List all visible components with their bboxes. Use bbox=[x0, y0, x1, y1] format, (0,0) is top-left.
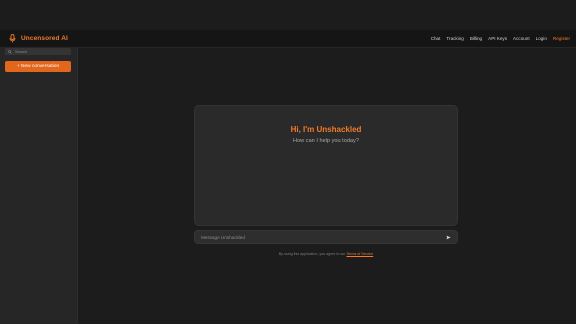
sidebar: + New conversation bbox=[0, 48, 78, 324]
terms-of-service-link[interactable]: Terms of Service bbox=[346, 252, 373, 256]
nav-link-chat[interactable]: Chat bbox=[431, 36, 441, 41]
nav-link-billing[interactable]: Billing bbox=[470, 36, 482, 41]
terms-notice-text: By using this application, you agree to … bbox=[278, 252, 346, 256]
send-icon[interactable] bbox=[446, 235, 451, 240]
new-conversation-button[interactable]: + New conversation bbox=[5, 61, 71, 72]
nav-link-register[interactable]: Register bbox=[553, 36, 570, 41]
nav-links: Chat Tracking Billing API Keys Account L… bbox=[431, 36, 570, 41]
greeting-title: Hi, I'm Unshackled bbox=[290, 125, 362, 134]
top-navbar: Uncensored AI Chat Tracking Billing API … bbox=[0, 30, 576, 48]
search-box[interactable] bbox=[5, 48, 71, 55]
nav-link-tracking[interactable]: Tracking bbox=[446, 36, 463, 41]
search-icon bbox=[8, 49, 12, 54]
nav-link-login[interactable]: Login bbox=[536, 36, 547, 41]
chat-panel: Hi, I'm Unshackled How can I help you to… bbox=[194, 105, 458, 226]
nav-link-api-keys[interactable]: API Keys bbox=[488, 36, 507, 41]
microphone-icon bbox=[9, 34, 16, 43]
nav-link-account[interactable]: Account bbox=[513, 36, 530, 41]
terms-notice: By using this application, you agree to … bbox=[194, 252, 458, 256]
message-bar bbox=[194, 230, 458, 244]
search-input[interactable] bbox=[15, 49, 65, 54]
brand-name: Uncensored AI bbox=[21, 35, 68, 42]
greeting-subtitle: How can I help you today? bbox=[293, 138, 359, 144]
top-strip bbox=[0, 0, 576, 30]
message-input[interactable] bbox=[201, 234, 446, 240]
brand[interactable]: Uncensored AI bbox=[9, 34, 68, 43]
